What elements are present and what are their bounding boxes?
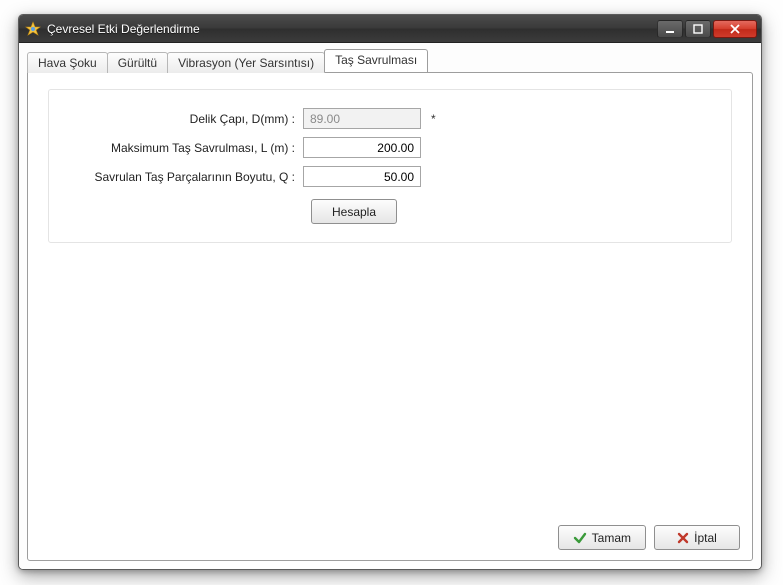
maximize-button[interactable] bbox=[685, 20, 711, 38]
canvas: Çevresel Etki Değerlendirme Hava Şo bbox=[0, 0, 783, 585]
minimize-button[interactable] bbox=[657, 20, 683, 38]
check-icon bbox=[573, 531, 587, 545]
input-hole-diameter bbox=[303, 108, 421, 129]
label-fragment-size: Savrulan Taş Parçalarının Boyutu, Q : bbox=[73, 170, 303, 184]
tab-page: Delik Çapı, D(mm) : * Maksimum Taş Savru… bbox=[27, 72, 753, 561]
tab-strip: Hava Şoku Gürültü Vibrasyon (Yer Sarsınt… bbox=[27, 49, 753, 72]
row-hole-diameter: Delik Çapı, D(mm) : * bbox=[73, 108, 707, 129]
titlebar: Çevresel Etki Değerlendirme bbox=[19, 15, 761, 43]
input-max-flyrock[interactable] bbox=[303, 137, 421, 158]
label-max-flyrock: Maksimum Taş Savrulması, L (m) : bbox=[73, 141, 303, 155]
star-icon bbox=[25, 21, 41, 37]
tab-tas-savrulmasi[interactable]: Taş Savrulması bbox=[324, 49, 428, 72]
window-controls bbox=[655, 20, 757, 38]
label-hole-diameter: Delik Çapı, D(mm) : bbox=[73, 112, 303, 126]
cancel-label: İptal bbox=[694, 531, 717, 545]
dialog-footer: Tamam İptal bbox=[558, 525, 740, 550]
row-max-flyrock: Maksimum Taş Savrulması, L (m) : bbox=[73, 137, 707, 158]
tab-gurultu[interactable]: Gürültü bbox=[107, 52, 168, 73]
calculate-button[interactable]: Hesapla bbox=[311, 199, 397, 224]
required-mark: * bbox=[431, 112, 439, 126]
ok-label: Tamam bbox=[592, 531, 631, 545]
close-button[interactable] bbox=[713, 20, 757, 38]
tab-vibrasyon[interactable]: Vibrasyon (Yer Sarsıntısı) bbox=[167, 52, 325, 73]
row-fragment-size: Savrulan Taş Parçalarının Boyutu, Q : bbox=[73, 166, 707, 187]
tab-hava-soku[interactable]: Hava Şoku bbox=[27, 52, 108, 73]
form-panel: Delik Çapı, D(mm) : * Maksimum Taş Savru… bbox=[48, 89, 732, 243]
input-fragment-size[interactable] bbox=[303, 166, 421, 187]
dialog-window: Çevresel Etki Değerlendirme Hava Şo bbox=[18, 14, 762, 570]
cancel-button[interactable]: İptal bbox=[654, 525, 740, 550]
client-area: Hava Şoku Gürültü Vibrasyon (Yer Sarsınt… bbox=[19, 43, 761, 569]
cross-icon bbox=[677, 532, 689, 544]
calc-row: Hesapla bbox=[73, 199, 707, 224]
window-title: Çevresel Etki Değerlendirme bbox=[47, 22, 655, 36]
ok-button[interactable]: Tamam bbox=[558, 525, 646, 550]
